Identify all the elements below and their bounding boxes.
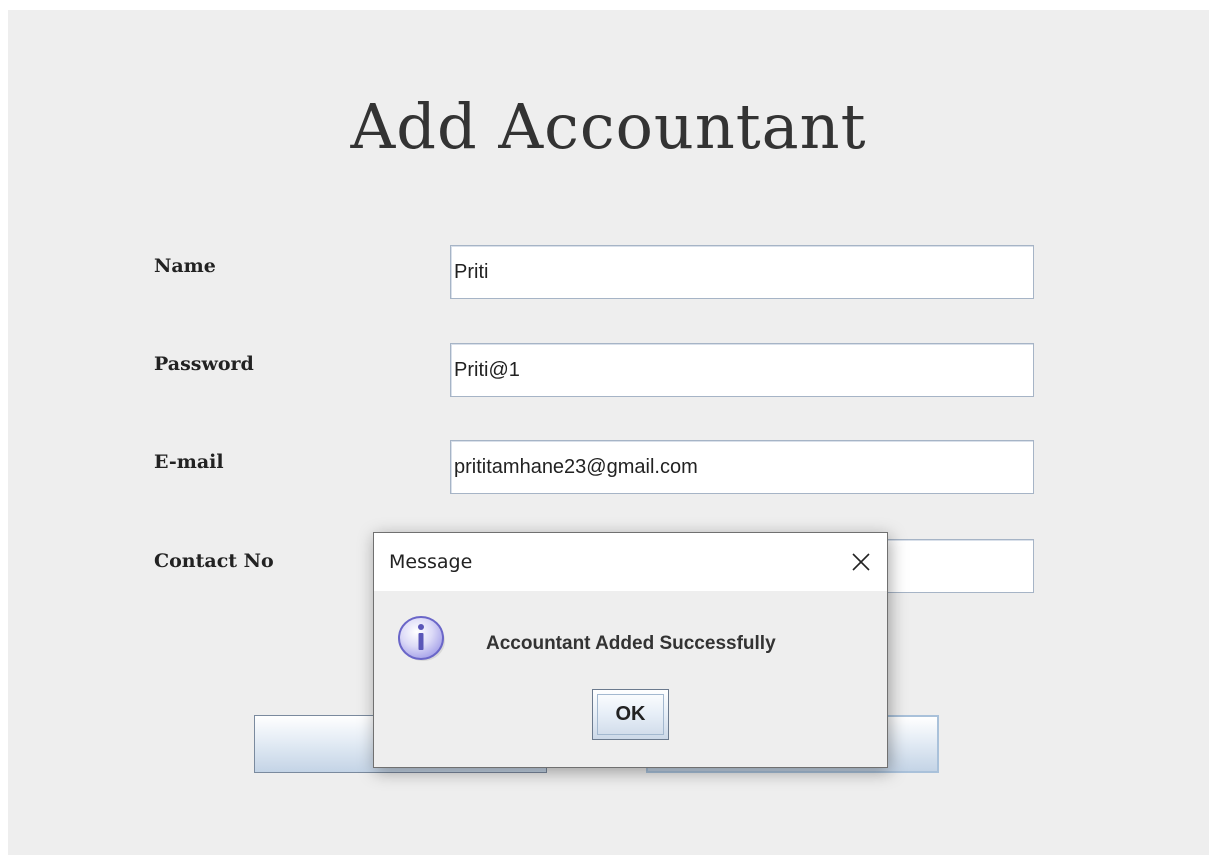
dialog-message: Accountant Added Successfully	[486, 633, 776, 654]
email-field[interactable]: prititamhane23@gmail.com	[450, 440, 1034, 494]
contact-no-label: Contact No	[154, 550, 274, 572]
page-title: Add Accountant	[350, 90, 867, 163]
dialog-title: Message	[389, 551, 473, 573]
password-label: Password	[154, 353, 254, 375]
ok-button[interactable]: OK	[592, 689, 669, 740]
dialog-titlebar: Message	[374, 533, 887, 591]
close-icon[interactable]	[843, 544, 879, 580]
info-icon	[397, 613, 447, 663]
name-label: Name	[154, 255, 216, 277]
name-field[interactable]: Priti	[450, 245, 1034, 299]
message-dialog: Message Accountant Added Successfully OK	[373, 532, 888, 768]
email-label: E-mail	[154, 451, 224, 473]
ok-button-label: OK	[597, 694, 664, 735]
password-field[interactable]: Priti@1	[450, 343, 1034, 397]
